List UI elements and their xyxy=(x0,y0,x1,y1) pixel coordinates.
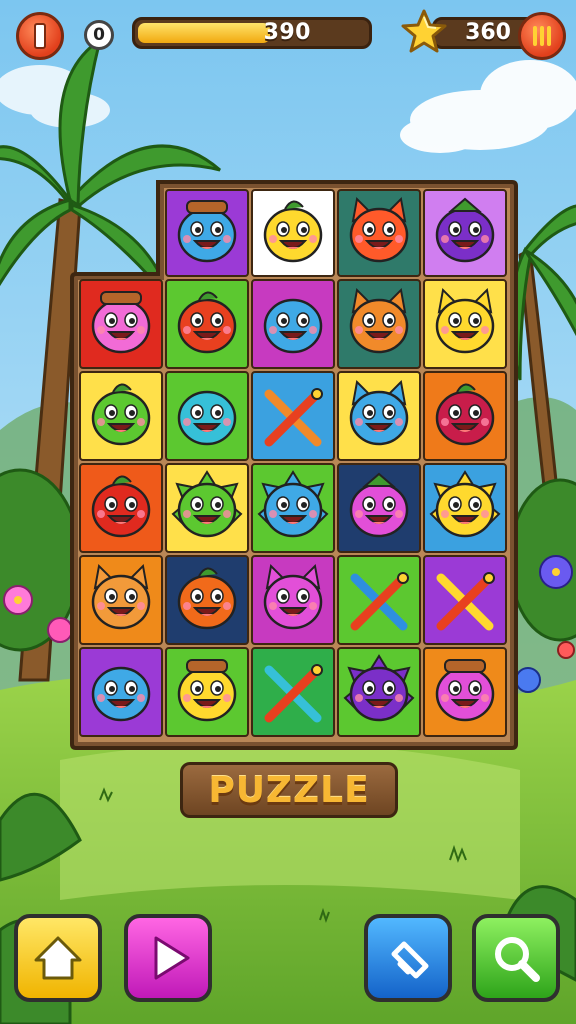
left-counter-badge: 0 xyxy=(84,20,114,50)
tile-blue-spiky-creature[interactable] xyxy=(251,463,335,553)
tile-orange-pumpkin-creature[interactable] xyxy=(165,555,249,645)
tile-orange-cat-creature[interactable] xyxy=(337,279,421,369)
tile-crossed-pencils-yellow[interactable] xyxy=(423,555,507,645)
tile-yellow-acorn-creature[interactable] xyxy=(251,189,335,277)
home-icon xyxy=(34,936,82,980)
score-value: 360 xyxy=(465,20,511,45)
alert-button[interactable] xyxy=(16,12,64,60)
star-icon xyxy=(401,9,447,53)
tile-pink-hair-creature[interactable] xyxy=(79,279,163,369)
magnifier-icon xyxy=(495,937,540,982)
progress-value: 390 xyxy=(263,20,311,45)
tile-red-tomato-creature[interactable] xyxy=(165,279,249,369)
home-button[interactable] xyxy=(14,914,102,1002)
tile-crimson-berry-creature[interactable] xyxy=(423,371,507,461)
hint-button[interactable] xyxy=(364,914,452,1002)
tile-yellow-fox-creature[interactable] xyxy=(423,279,507,369)
play-icon xyxy=(154,936,190,980)
tile-crossed-pencils-orange[interactable] xyxy=(251,371,335,461)
tile-crossed-pencils-blue[interactable] xyxy=(337,555,421,645)
tile-red-cat-creature[interactable] xyxy=(337,189,421,277)
tile-yellow-star-creature[interactable] xyxy=(423,463,507,553)
puzzle-button[interactable]: PUZZLE xyxy=(180,762,398,818)
tile-magenta-pot-creature[interactable] xyxy=(423,647,507,737)
tile-magenta-eggplant-creature[interactable] xyxy=(337,463,421,553)
tile-purple-spiky-creature[interactable] xyxy=(337,647,421,737)
tile-crossed-pencils-teal[interactable] xyxy=(251,647,335,737)
tile-blue-blob-creature[interactable] xyxy=(251,279,335,369)
puzzle-label: PUZZLE xyxy=(208,769,370,811)
tile-blue-bucket-hat-creature[interactable] xyxy=(165,189,249,277)
tile-purple-eggplant-creature[interactable] xyxy=(423,189,507,277)
tile-magenta-cat-creature[interactable] xyxy=(251,555,335,645)
progress-fill xyxy=(138,23,271,43)
pause-icon xyxy=(533,26,551,46)
tile-blue-cat-creature[interactable] xyxy=(337,371,421,461)
play-button[interactable] xyxy=(124,914,212,1002)
tile-orange-fox-creature[interactable] xyxy=(79,555,163,645)
game-background xyxy=(0,0,576,1024)
hint-icon xyxy=(391,941,429,979)
tile-red-strawberry-creature[interactable] xyxy=(79,463,163,553)
tile-blue-fish-creature[interactable] xyxy=(79,647,163,737)
tile-teal-blob-creature[interactable] xyxy=(165,371,249,461)
tile-yellow-chick-creature[interactable] xyxy=(165,647,249,737)
tile-green-turtle-creature[interactable] xyxy=(79,371,163,461)
pause-button[interactable] xyxy=(518,12,566,60)
search-button[interactable] xyxy=(472,914,560,1002)
left-counter-value: 0 xyxy=(93,25,105,45)
exclamation-icon xyxy=(34,23,46,49)
tile-green-spiky-creature[interactable] xyxy=(165,463,249,553)
progress-bar: 390 xyxy=(132,17,372,49)
